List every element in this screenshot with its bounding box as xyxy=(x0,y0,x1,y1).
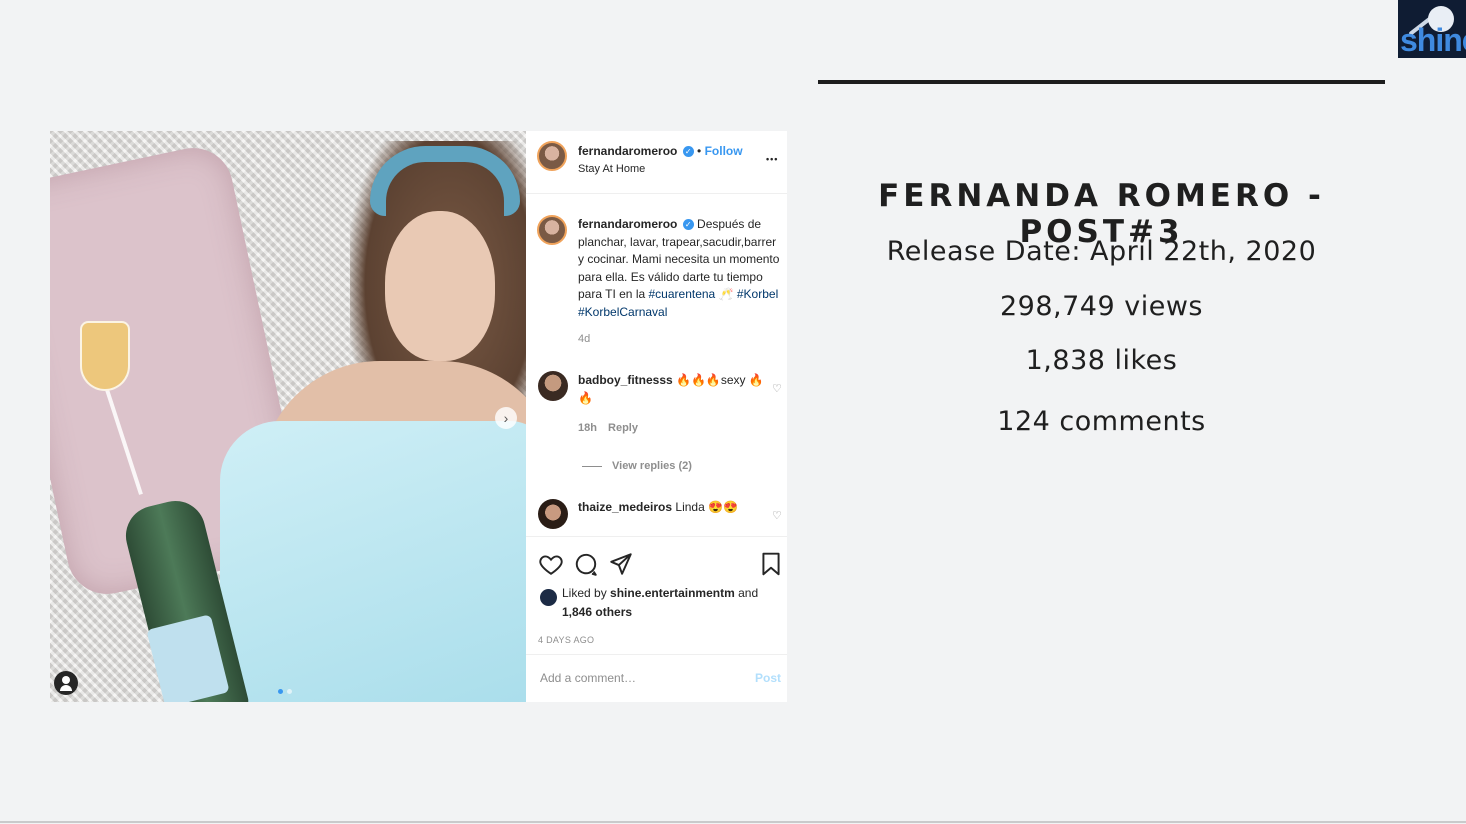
liked-prefix: Liked by xyxy=(562,586,607,600)
hashtag-link[interactable]: #cuarentena xyxy=(649,287,716,301)
reply-button[interactable]: Reply xyxy=(608,422,638,434)
caption-emoji: 🥂 xyxy=(718,287,734,301)
post-comment-button[interactable]: Post xyxy=(755,670,781,688)
tag-user-icon[interactable] xyxy=(54,671,78,695)
release-date: Release Date: April 22th, 2020 xyxy=(886,236,1317,267)
title-rule xyxy=(818,80,1385,84)
liked-others[interactable]: 1,846 others xyxy=(562,603,778,622)
verified-icon: ✓ xyxy=(682,219,694,231)
comment-icon[interactable] xyxy=(573,551,599,577)
post-caption: fernandaromeroo ✓ Después de planchar, l… xyxy=(578,216,785,349)
add-comment-bar: Add a comment… Post xyxy=(526,654,787,702)
carousel-dots xyxy=(278,689,292,694)
comment-time: 18h xyxy=(578,422,597,434)
comments-count: 124 comments xyxy=(997,406,1206,437)
shine-logo-text: shine xyxy=(1400,22,1466,58)
verified-icon: ✓ xyxy=(682,146,694,158)
commenter-avatar[interactable] xyxy=(538,371,568,401)
comment-like-heart-icon[interactable]: ♡ xyxy=(772,381,782,399)
next-arrow-icon[interactable]: › xyxy=(495,407,517,429)
bookmark-icon[interactable] xyxy=(758,551,784,577)
liked-by-user[interactable]: shine.entertainmentm xyxy=(610,586,735,600)
shine-logo: shine xyxy=(1398,0,1466,58)
post-username[interactable]: fernandaromeroo xyxy=(578,144,677,158)
commenter-avatar[interactable] xyxy=(538,499,568,529)
bottom-divider xyxy=(0,821,1466,823)
post-photo[interactable]: › xyxy=(50,131,526,702)
hashtag-link[interactable]: #Korbel xyxy=(737,287,778,301)
views-count: 298,749 views xyxy=(1000,291,1203,322)
post-header: fernandaromeroo ✓ • Follow Stay At Home … xyxy=(526,131,787,194)
follow-button[interactable]: Follow xyxy=(705,144,743,158)
view-replies-label: View replies (2) xyxy=(612,460,692,472)
caption-time: 4d xyxy=(578,333,591,345)
likes-count: 1,838 likes xyxy=(1025,345,1178,376)
liked-and: and xyxy=(738,586,759,600)
heart-icon[interactable] xyxy=(538,551,564,577)
avatar[interactable] xyxy=(537,141,567,171)
share-icon[interactable] xyxy=(608,551,634,577)
hashtag-link[interactable]: #KorbelCarnaval xyxy=(578,305,667,319)
comment-input[interactable]: Add a comment… xyxy=(540,670,636,688)
comment: badboy_fitnesss 🔥🔥🔥sexy 🔥🔥 18h Reply xyxy=(578,372,768,438)
comment-text: Linda 😍😍 xyxy=(675,500,738,514)
more-icon[interactable]: ••• xyxy=(766,151,778,169)
view-replies-button[interactable]: View replies (2) xyxy=(582,458,692,476)
comment-username[interactable]: thaize_medeiros xyxy=(578,500,672,514)
post-sidebar: fernandaromeroo ✓ • Follow Stay At Home … xyxy=(526,131,787,702)
caption-avatar[interactable] xyxy=(537,215,567,245)
location-link[interactable]: Stay At Home xyxy=(578,161,645,179)
comment-username[interactable]: badboy_fitnesss xyxy=(578,373,673,387)
post-actions-bar: Liked by shine.entertainmentm and 1,846 … xyxy=(526,536,787,654)
comment-like-heart-icon[interactable]: ♡ xyxy=(772,508,782,526)
instagram-post-card: › fernandaromeroo ✓ • Follow Stay At Hom… xyxy=(50,131,787,702)
caption-username[interactable]: fernandaromeroo xyxy=(578,217,677,231)
post-timestamp: 4 DAYS AGO xyxy=(538,635,595,645)
liked-by-text: Liked by shine.entertainmentm and 1,846 … xyxy=(538,584,778,622)
separator: • xyxy=(697,144,702,158)
comment: thaize_medeiros Linda 😍😍 xyxy=(578,499,768,517)
